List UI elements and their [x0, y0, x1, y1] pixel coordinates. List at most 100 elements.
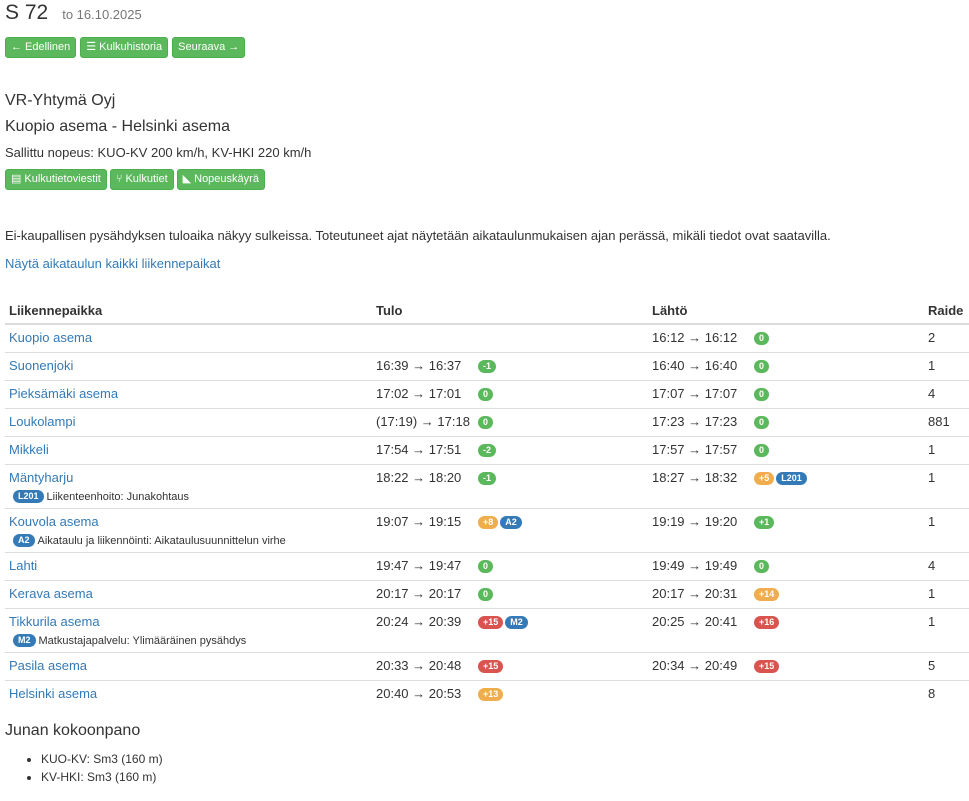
arrival-cell [372, 324, 648, 353]
delay-badge: L201 [776, 472, 807, 485]
route: Kuopio asema - Helsinki asema [5, 118, 230, 135]
station-cell: Pasila asema [5, 652, 372, 681]
history-label: Kulkuhistoria [99, 41, 163, 53]
cause-text: Matkustajapalvelu: Ylimääräinen pysähdys [38, 635, 247, 647]
station-link[interactable]: Mikkeli [9, 442, 49, 457]
table-row: Suonenjoki 16:39 → 16:37 -1 16:40 → 16:40 0 1 [5, 352, 969, 381]
departure-cell: 17:23 → 17:23 0 [648, 408, 924, 437]
header-departure: Lähtö [648, 297, 924, 325]
delay-badge: 0 [478, 416, 494, 429]
departure-time: 20:34 → 20:49 [652, 658, 738, 673]
delay-cause: A2 Aikataulu ja liikennöinti: Aikataulusu… [13, 534, 368, 547]
track-cell: 881 [924, 408, 969, 437]
departure-cell: 20:34 → 20:49 +15 [648, 652, 924, 681]
station-link[interactable]: Kerava asema [9, 586, 93, 601]
delay-badge: +13 [478, 688, 504, 701]
arrival-cell: 20:17 → 20:17 0 [372, 580, 648, 609]
station-link[interactable]: Pieksämäki asema [9, 386, 118, 401]
departure-cell: 17:07 → 17:07 0 [648, 380, 924, 409]
departure-cell: 19:19 → 19:20 +1 [648, 508, 924, 553]
station-cell: Helsinki asema [5, 680, 372, 708]
operator: VR-Yhtymä Oyj [5, 92, 116, 109]
next-button[interactable]: Seuraava → [172, 37, 246, 58]
station-link[interactable]: Helsinki asema [9, 686, 97, 701]
station-link[interactable]: Kouvola asema [9, 514, 99, 529]
arrival-time: 18:22 → 18:20 [376, 470, 462, 485]
station-cell: Tikkurila asema M2 Matkustajapalvelu: Ylim… [5, 608, 372, 653]
show-all-stations-link[interactable]: Näytä aikataulun kaikki liikennepaikat [5, 256, 964, 271]
track-cell: 2 [928, 330, 936, 345]
track-cell: 1 [924, 508, 969, 553]
delay-cause: M2 Matkustajapalvelu: Ylimääräinen pysähd… [13, 634, 368, 647]
station-link[interactable]: Mäntyharju [9, 470, 73, 485]
info-text: Ei-kaupallisen pysähdyksen tuloaika näky… [5, 228, 831, 243]
arrival-cell: 20:40 → 20:53 +13 [372, 680, 648, 708]
arrival-cell: 20:24 → 20:39 +15 M2 [372, 608, 648, 653]
timetable: Liikennepaikka Tulo Lähtö Raide Kuopio a… [5, 297, 969, 708]
delay-badge: +14 [754, 588, 780, 601]
table-row: Tikkurila asema M2 Matkustajapalvelu: Ylim… [5, 608, 969, 653]
speed-curve-button[interactable]: ◣ Nopeuskäyrä [176, 169, 265, 190]
delay-badge: M2 [505, 616, 528, 629]
track-cell: 1 [924, 580, 969, 609]
delay-badge: +5 [754, 472, 775, 485]
departure-cell: 20:17 → 20:31 +14 [648, 580, 924, 609]
departure-cell: 18:27 → 18:32 +5 L201 [648, 464, 924, 509]
station-link[interactable]: Lahti [9, 558, 37, 573]
arrival-cell: 19:47 → 19:47 0 [372, 552, 648, 581]
station-cell: Kuopio asema [5, 324, 372, 353]
cause-code-badge: A2 [13, 534, 35, 547]
arrival-time: (17:19) → 17:18 [376, 414, 470, 429]
arrival-cell: 20:33 → 20:48 +15 [372, 652, 648, 681]
cause-code-badge: M2 [13, 634, 36, 647]
action-buttons: ▤ Kulkutietoviestit ⑂ Kulkutiet ◣ Nopeus… [5, 169, 964, 190]
station-link[interactable]: Kuopio asema [9, 330, 92, 345]
delay-badge: 0 [754, 444, 770, 457]
arrival-cell: 19:07 → 19:15 +8 A2 [372, 508, 648, 553]
arrival-cell: (17:19) → 17:18 0 [372, 408, 648, 437]
arrival-time: 16:39 → 16:37 [376, 358, 462, 373]
routes-button[interactable]: ⑂ Kulkutiet [109, 169, 174, 190]
previous-button[interactable]: ← Edellinen [5, 37, 77, 58]
arrow-right-icon: → [228, 41, 240, 53]
composition-title: Junan kokoonpano [5, 722, 141, 739]
delay-badge: 0 [754, 388, 770, 401]
notices-button[interactable]: ▤ Kulkutietoviestit [5, 169, 107, 190]
arrival-cell: 18:22 → 18:20 -1 [372, 464, 648, 509]
departure-cell [648, 680, 924, 708]
departure-time: 19:49 → 19:49 [652, 558, 738, 573]
station-cell: Loukolampi [5, 408, 372, 437]
history-button[interactable]: ☰ Kulkuhistoria [80, 37, 169, 58]
delay-badge: +8 [478, 516, 499, 529]
delay-badge: 0 [478, 588, 494, 601]
station-link[interactable]: Tikkurila asema [9, 614, 100, 629]
arrow-left-icon: ← [11, 41, 22, 53]
table-row: Lahti 19:47 → 19:47 0 19:49 → 19:49 0 4 [5, 552, 969, 581]
cause-text: Aikataulu ja liikennöinti: Aikataulusuun… [37, 535, 286, 547]
departure-cell: 17:57 → 17:57 0 [648, 436, 924, 465]
cause-text: Liikenteenhoito: Junakohtaus [46, 491, 190, 503]
delay-badge: 0 [754, 360, 770, 373]
book-icon: ☰ [86, 41, 97, 53]
track-cell: 5 [924, 652, 969, 681]
table-row: Kouvola asema A2 Aikataulu ja liikennöinti… [5, 508, 969, 553]
table-row: Kerava asema 20:17 → 20:17 0 20:17 → 20:31 +… [5, 580, 969, 609]
departure-time: 17:07 → 17:07 [652, 386, 738, 401]
station-link[interactable]: Suonenjoki [9, 358, 73, 373]
previous-label: Edellinen [25, 41, 71, 53]
next-label: Seuraava [178, 41, 226, 53]
departure-cell: 19:49 → 19:49 0 [648, 552, 924, 581]
file-icon: ▤ [11, 173, 22, 185]
station-link[interactable]: Pasila asema [9, 658, 87, 673]
station-link[interactable]: Loukolampi [9, 414, 76, 429]
station-cell: Pieksämäki asema [5, 380, 372, 409]
table-row: Mikkeli 17:54 → 17:51 -2 17:57 → 17:57 0 1 [5, 436, 969, 465]
routes-label: Kulkutiet [125, 173, 168, 185]
track-cell: 1 [924, 464, 969, 509]
speed-curve-label: Nopeuskäyrä [194, 173, 259, 185]
train-title: S 72 [5, 1, 49, 24]
departure-time: 19:19 → 19:20 [652, 514, 738, 529]
track-cell: 1 [924, 352, 969, 381]
arrival-time: 19:07 → 19:15 [376, 514, 462, 529]
departure-time: 16:12 → 16:12 [652, 330, 738, 345]
